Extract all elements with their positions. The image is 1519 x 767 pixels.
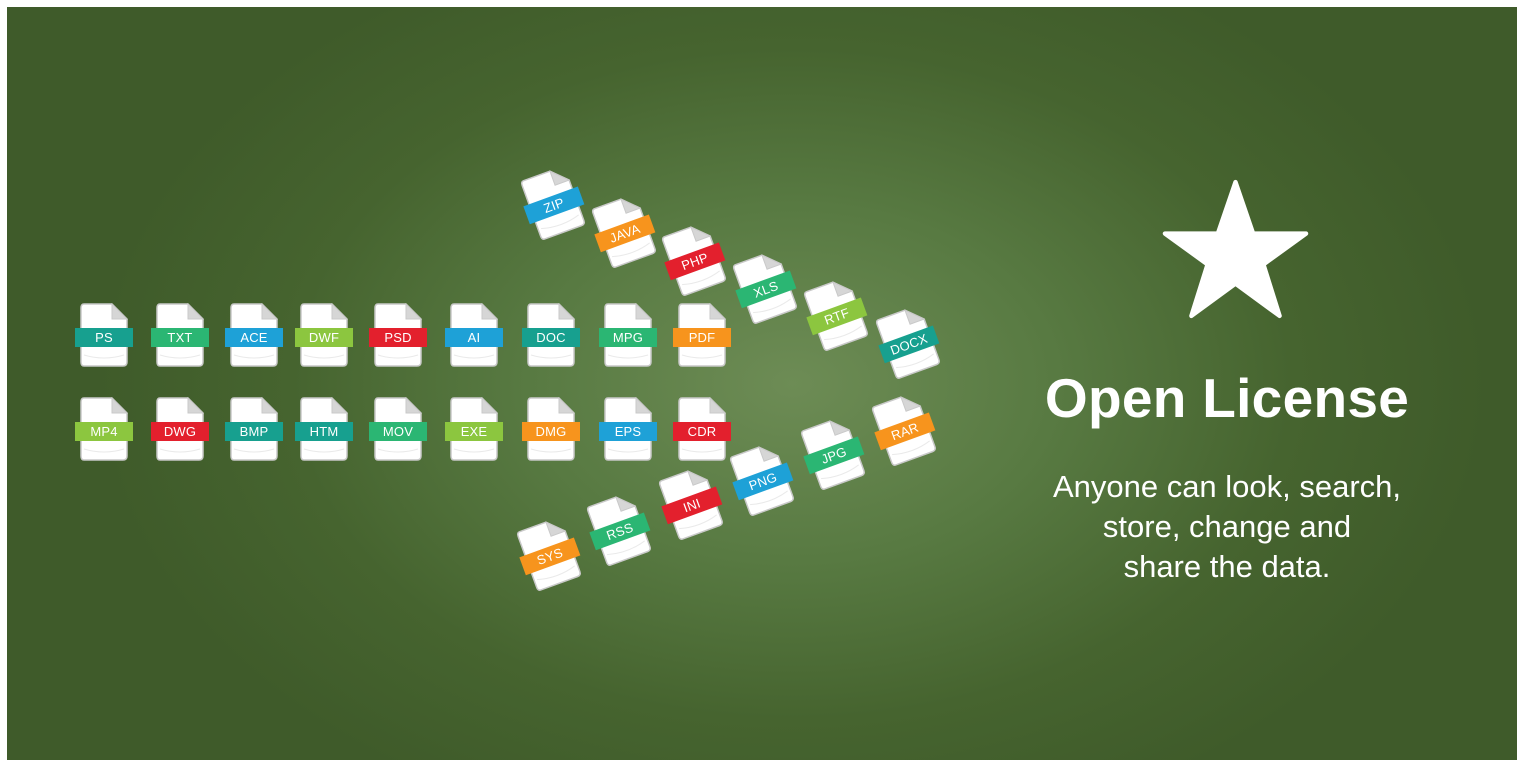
file-type-label: BMP [225, 422, 283, 441]
file-icon: ACE [225, 303, 283, 367]
file-icon: PSD [369, 303, 427, 367]
file-type-label: MOV [369, 422, 427, 441]
file-icon: XLS [732, 249, 799, 326]
file-icon: TXT [151, 303, 209, 367]
file-type-label: PSD [369, 328, 427, 347]
file-type-label: CDR [673, 422, 731, 441]
file-icon: JAVA [591, 193, 658, 270]
file-icon: RTF [803, 276, 870, 353]
file-icon: MP4 [75, 397, 133, 461]
file-icon: JPG [800, 415, 867, 492]
file-icon: BMP [225, 397, 283, 461]
file-icon: MOV [369, 397, 427, 461]
file-icon: DOC [522, 303, 580, 367]
file-icon: PS [75, 303, 133, 367]
file-icon: PDF [673, 303, 731, 367]
file-type-label: DMG [522, 422, 580, 441]
file-icon: PHP [661, 221, 728, 298]
file-icon: PNG [729, 441, 796, 518]
file-icon: DWF [295, 303, 353, 367]
file-type-label: ACE [225, 328, 283, 347]
file-type-label: MP4 [75, 422, 133, 441]
file-type-label: TXT [151, 328, 209, 347]
subtitle: Anyone can look, search, store, change a… [1007, 467, 1447, 587]
file-type-label: DWG [151, 422, 209, 441]
open-license-banner: PS TXT ACE DWF PSD AI DOC MPG PDF MP4 DW… [7, 7, 1517, 760]
file-icon: RSS [586, 491, 653, 568]
file-icon: CDR [673, 397, 731, 461]
file-type-label: EXE [445, 422, 503, 441]
file-icon: AI [445, 303, 503, 367]
file-type-label: EPS [599, 422, 657, 441]
subtitle-line: Anyone can look, search, [1052, 469, 1402, 504]
file-type-label: PS [75, 328, 133, 347]
file-type-label: DWF [295, 328, 353, 347]
star-icon [1162, 179, 1309, 319]
file-type-label: PDF [673, 328, 731, 347]
file-icon: EPS [599, 397, 657, 461]
file-type-label: HTM [295, 422, 353, 441]
file-icon: SYS [516, 516, 583, 593]
file-icon: EXE [445, 397, 503, 461]
file-icon: DMG [522, 397, 580, 461]
subtitle-line: share the data. [1123, 549, 1331, 584]
file-type-label: AI [445, 328, 503, 347]
file-icon: DOCX [875, 304, 942, 381]
file-icon: INI [658, 465, 725, 542]
file-icon: DWG [151, 397, 209, 461]
file-icon: MPG [599, 303, 657, 367]
file-type-label: MPG [599, 328, 657, 347]
page-title: Open License [1044, 367, 1410, 429]
file-icon: ZIP [520, 165, 587, 242]
file-type-label: DOC [522, 328, 580, 347]
file-icon: HTM [295, 397, 353, 461]
subtitle-line: store, change and [1102, 509, 1352, 544]
file-icon: RAR [871, 391, 938, 468]
